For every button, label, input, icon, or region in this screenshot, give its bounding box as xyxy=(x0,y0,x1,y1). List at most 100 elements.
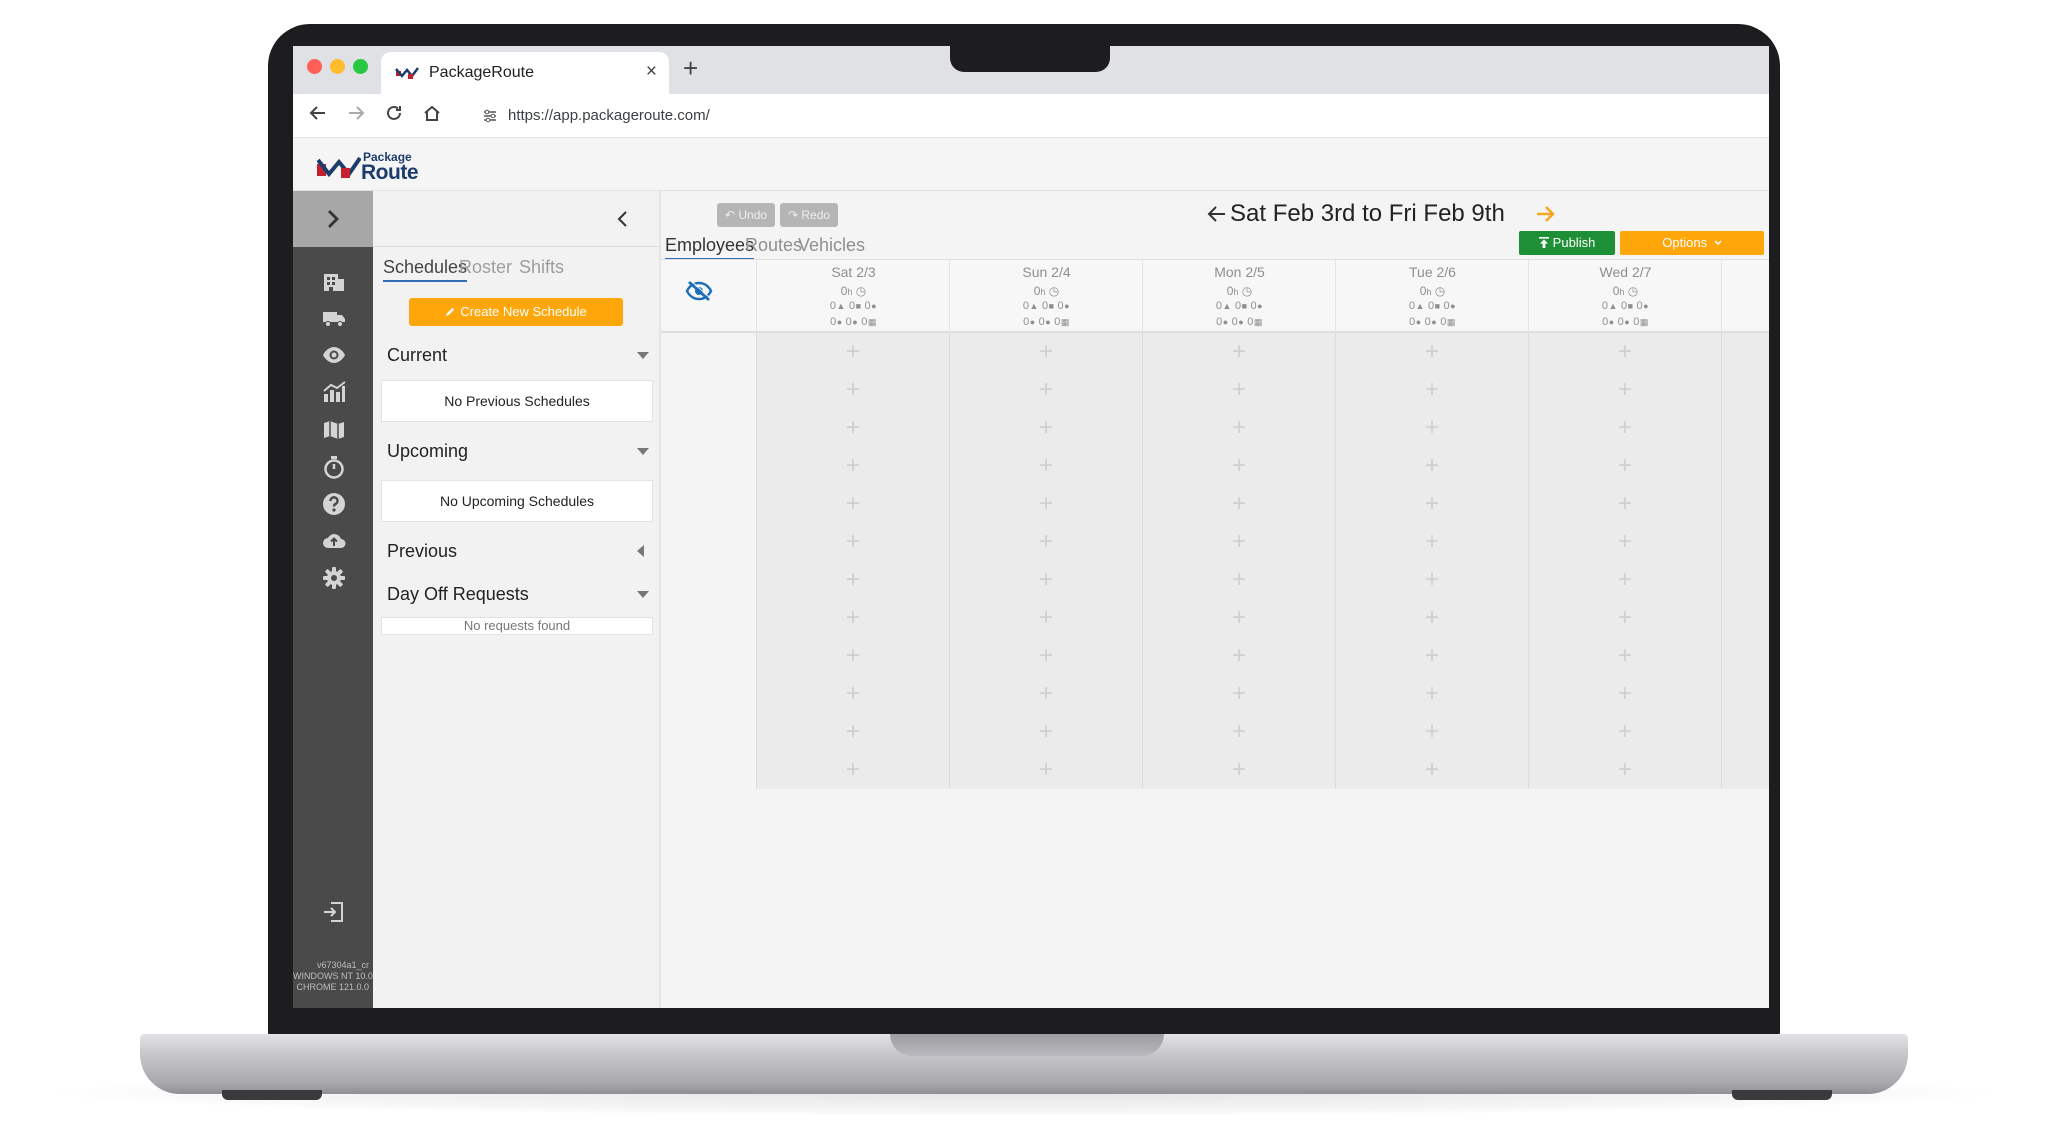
add-shift-cell[interactable]: + xyxy=(756,485,949,523)
add-shift-cell[interactable]: + xyxy=(1335,675,1528,713)
tab-schedules[interactable]: Schedules xyxy=(383,257,468,282)
add-shift-cell[interactable]: + xyxy=(1142,447,1335,485)
add-shift-cell[interactable]: + xyxy=(1142,561,1335,599)
stopwatch-icon[interactable] xyxy=(321,454,347,480)
add-shift-cell[interactable]: + xyxy=(1142,637,1335,675)
tab-vehicles[interactable]: Vehicles xyxy=(798,235,865,256)
add-shift-cell[interactable]: + xyxy=(1335,713,1528,751)
site-settings-icon[interactable] xyxy=(482,108,498,124)
next-week-arrow-icon[interactable] xyxy=(1534,203,1556,225)
options-dropdown-button[interactable]: Options xyxy=(1620,231,1764,255)
add-shift-cell[interactable]: + xyxy=(756,523,949,561)
map-icon[interactable] xyxy=(321,417,347,443)
add-shift-cell[interactable]: + xyxy=(949,599,1142,637)
eye-icon[interactable] xyxy=(321,342,347,368)
add-shift-cell[interactable]: + xyxy=(756,447,949,485)
create-new-schedule-button[interactable]: Create New Schedule xyxy=(409,298,623,326)
add-shift-cell[interactable]: + xyxy=(1335,485,1528,523)
section-upcoming[interactable]: Upcoming xyxy=(387,441,653,462)
eye-slash-icon[interactable] xyxy=(685,280,713,302)
add-shift-cell[interactable]: + xyxy=(756,333,949,371)
add-shift-cell[interactable]: + xyxy=(1335,599,1528,637)
close-window-button[interactable] xyxy=(307,59,322,74)
undo-button[interactable]: ↶ Undo xyxy=(717,203,775,227)
add-shift-cell[interactable]: + xyxy=(949,675,1142,713)
add-shift-cell[interactable]: + xyxy=(1335,371,1528,409)
chart-icon[interactable] xyxy=(321,379,347,405)
gear-icon[interactable] xyxy=(321,565,347,591)
tab-roster[interactable]: Roster xyxy=(459,257,512,278)
close-tab-icon[interactable]: × xyxy=(646,61,657,83)
add-shift-cell[interactable]: + xyxy=(756,675,949,713)
add-shift-cell[interactable]: + xyxy=(756,409,949,447)
add-shift-cell[interactable]: + xyxy=(1528,409,1721,447)
add-shift-cell[interactable]: + xyxy=(1528,675,1721,713)
address-bar[interactable]: https://app.packageroute.com/ xyxy=(470,100,1755,132)
add-shift-cell[interactable]: + xyxy=(949,371,1142,409)
add-shift-cell[interactable]: + xyxy=(1528,599,1721,637)
browser-tab[interactable]: PackageRoute × xyxy=(381,52,669,94)
add-shift-cell[interactable]: + xyxy=(756,561,949,599)
add-shift-cell[interactable]: + xyxy=(1335,447,1528,485)
maximize-window-button[interactable] xyxy=(353,59,368,74)
add-shift-cell[interactable]: + xyxy=(1528,523,1721,561)
add-shift-cell[interactable]: + xyxy=(1142,675,1335,713)
add-shift-cell[interactable]: + xyxy=(1335,561,1528,599)
add-shift-cell[interactable]: + xyxy=(1335,751,1528,789)
section-day-off-requests[interactable]: Day Off Requests xyxy=(387,584,653,605)
add-shift-cell[interactable]: + xyxy=(1528,333,1721,371)
add-shift-cell[interactable]: + xyxy=(1528,713,1721,751)
forward-arrow-icon[interactable] xyxy=(345,102,367,124)
add-shift-cell[interactable]: + xyxy=(756,751,949,789)
add-shift-cell[interactable]: + xyxy=(1528,447,1721,485)
add-shift-cell[interactable]: + xyxy=(756,713,949,751)
section-previous[interactable]: Previous xyxy=(387,541,653,562)
add-shift-cell[interactable]: + xyxy=(1335,333,1528,371)
add-shift-cell[interactable]: + xyxy=(949,409,1142,447)
help-icon[interactable] xyxy=(321,491,347,517)
tab-routes[interactable]: Routes xyxy=(745,235,802,256)
add-shift-cell[interactable]: + xyxy=(949,713,1142,751)
add-shift-cell[interactable]: + xyxy=(1335,637,1528,675)
add-shift-cell[interactable]: + xyxy=(1335,523,1528,561)
add-shift-cell[interactable]: + xyxy=(1142,409,1335,447)
add-shift-cell[interactable]: + xyxy=(756,637,949,675)
add-shift-cell[interactable]: + xyxy=(1528,561,1721,599)
section-current[interactable]: Current xyxy=(387,345,653,366)
add-shift-cell[interactable]: + xyxy=(1528,371,1721,409)
add-shift-cell[interactable]: + xyxy=(756,371,949,409)
truck-icon[interactable] xyxy=(321,305,347,331)
add-shift-cell[interactable]: + xyxy=(1528,485,1721,523)
add-shift-cell[interactable]: + xyxy=(1142,523,1335,561)
add-shift-cell[interactable]: + xyxy=(1142,599,1335,637)
collapse-panel-icon[interactable] xyxy=(615,209,631,229)
add-shift-cell[interactable]: + xyxy=(949,561,1142,599)
add-shift-cell[interactable]: + xyxy=(949,751,1142,789)
new-tab-button[interactable]: + xyxy=(683,54,698,82)
add-shift-cell[interactable]: + xyxy=(1142,371,1335,409)
back-arrow-icon[interactable] xyxy=(307,102,329,124)
add-shift-cell[interactable]: + xyxy=(1142,751,1335,789)
building-icon[interactable] xyxy=(321,269,347,295)
add-shift-cell[interactable]: + xyxy=(1142,485,1335,523)
add-shift-cell[interactable]: + xyxy=(949,637,1142,675)
add-shift-cell[interactable]: + xyxy=(949,333,1142,371)
home-icon[interactable] xyxy=(421,102,443,124)
add-shift-cell[interactable]: + xyxy=(1335,409,1528,447)
redo-button[interactable]: ↷ Redo xyxy=(780,203,838,227)
add-shift-cell[interactable]: + xyxy=(949,523,1142,561)
minimize-window-button[interactable] xyxy=(330,59,345,74)
add-shift-cell[interactable]: + xyxy=(1528,751,1721,789)
cloud-upload-icon[interactable] xyxy=(321,528,347,554)
publish-button[interactable]: Publish xyxy=(1519,231,1615,255)
add-shift-cell[interactable]: + xyxy=(1528,637,1721,675)
reload-icon[interactable] xyxy=(383,102,405,124)
tab-employees[interactable]: Employees xyxy=(665,235,755,260)
packageroute-logo[interactable]: Package Route xyxy=(317,150,427,184)
add-shift-cell[interactable]: + xyxy=(949,485,1142,523)
add-shift-cell[interactable]: + xyxy=(949,447,1142,485)
add-shift-cell[interactable]: + xyxy=(1142,713,1335,751)
previous-week-arrow-icon[interactable] xyxy=(1206,203,1228,225)
add-shift-cell[interactable]: + xyxy=(1142,333,1335,371)
tab-shifts[interactable]: Shifts xyxy=(519,257,564,278)
